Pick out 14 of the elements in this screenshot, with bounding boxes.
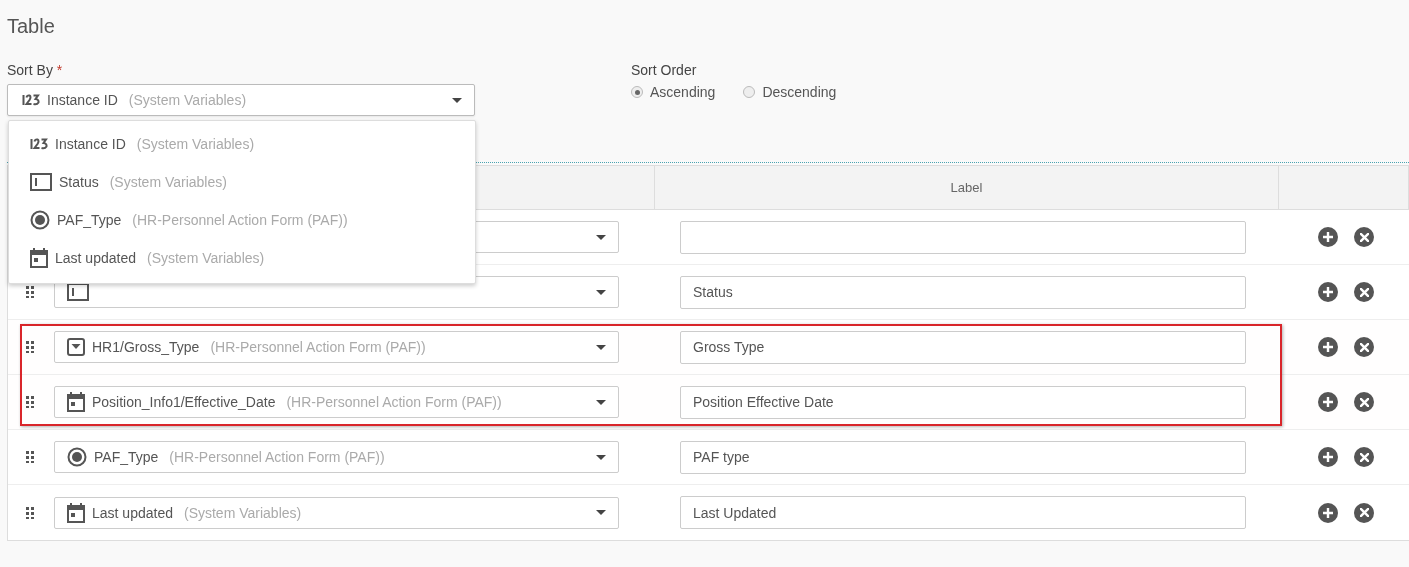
field-name: Position_Info1/Effective_Date: [92, 394, 276, 410]
field-source: (System Variables): [183, 504, 302, 521]
field-name: Instance ID: [47, 92, 118, 108]
field-name: Last updated: [92, 504, 173, 521]
field-source: (HR-Personnel Action Form (PAF)): [169, 449, 385, 465]
sort-order-label: Sort Order: [631, 61, 698, 80]
field-source: (System Variables): [128, 92, 247, 108]
field-source: (HR-Personnel Action Form (PAF)): [210, 339, 426, 355]
page-title: Table: [7, 14, 56, 39]
field-name: HR1/Gross_Type: [92, 339, 200, 355]
field-source: (HR-Personnel Action Form (PAF)): [286, 394, 502, 410]
sort-by-label: Sort By *: [7, 61, 64, 80]
column-header: Label: [950, 180, 983, 195]
field-name: PAF_Type: [94, 449, 159, 465]
